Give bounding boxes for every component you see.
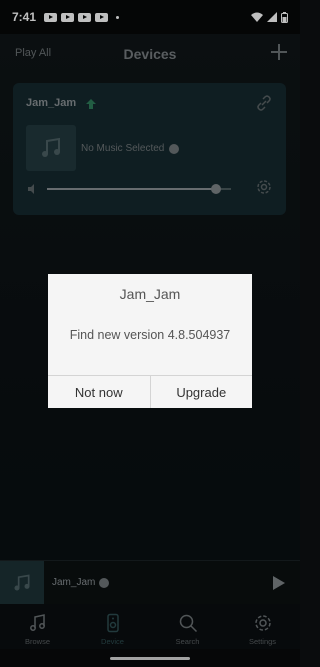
dialog-message: Find new version 4.8.504937 [69, 328, 231, 342]
dialog-title: Jam_Jam [119, 286, 181, 302]
upgrade-button[interactable]: Upgrade [149, 376, 253, 408]
not-now-button[interactable]: Not now [48, 376, 150, 408]
update-dialog: Jam_Jam Find new version 4.8.504937 Not … [48, 274, 252, 408]
dialog-actions: Not now Upgrade [48, 375, 252, 408]
